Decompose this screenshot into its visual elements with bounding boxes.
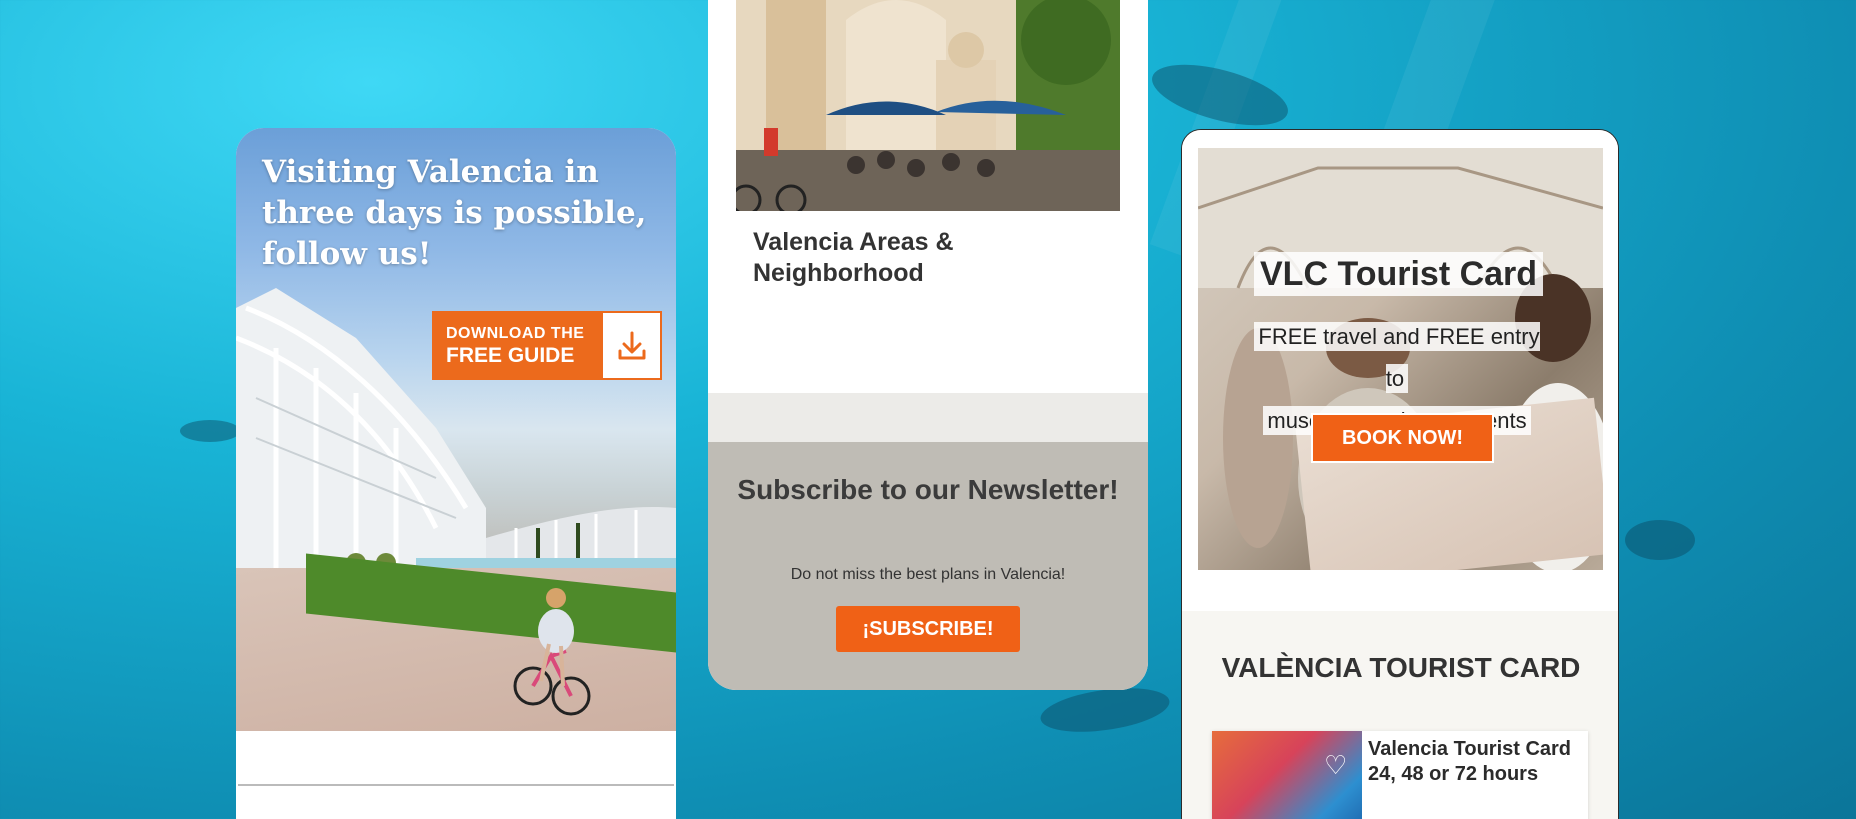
section-title: VALÈNCIA TOURIST CARD — [1221, 652, 1581, 683]
newsletter-title: Subscribe to our Newsletter! — [737, 474, 1119, 505]
heart-icon[interactable]: ♡ — [1324, 751, 1347, 781]
fish-silhouette — [1625, 520, 1695, 560]
plaza-illustration — [736, 0, 1120, 211]
guide-card: Visiting Valencia in three days is possi… — [236, 128, 676, 819]
newsletter-subtitle: Do not miss the best plans in Valencia! — [790, 566, 1066, 583]
product-thumbnail: ♡ — [1212, 731, 1362, 819]
subscribe-button[interactable]: ¡SUBSCRIBE! — [836, 606, 1020, 652]
promo-title: VLC Tourist Card — [1254, 252, 1544, 296]
tourist-card-promo-banner[interactable]: VLC Tourist Card FREE travel and FREE en… — [1198, 148, 1603, 570]
download-button-line1: DOWNLOAD THE — [446, 325, 585, 342]
areas-neighborhood-link[interactable]: Valencia Areas & Neighborhood — [753, 227, 1093, 289]
book-now-button[interactable]: BOOK NOW! — [1311, 413, 1494, 463]
download-guide-button[interactable]: DOWNLOAD THE FREE GUIDE — [432, 311, 662, 380]
child-on-bike-illustration — [513, 588, 591, 716]
newsletter-section: Subscribe to our Newsletter! Do not miss… — [708, 442, 1148, 690]
divider — [238, 784, 674, 786]
guide-headline: Visiting Valencia in three days is possi… — [262, 154, 647, 272]
product-title[interactable]: Valencia Tourist Card 24, 48 or 72 hours — [1362, 731, 1582, 819]
plaza-photo[interactable] — [736, 0, 1120, 211]
download-button-line2: FREE GUIDE — [446, 344, 575, 367]
separator-band — [708, 393, 1148, 442]
download-icon — [603, 313, 660, 378]
promo-subtitle-line1: FREE travel and FREE entry to — [1254, 322, 1540, 393]
fish-silhouette — [180, 420, 240, 442]
valencia-guide-banner[interactable]: Visiting Valencia in three days is possi… — [236, 128, 676, 731]
product-card[interactable]: ♡ Valencia Tourist Card 24, 48 or 72 hou… — [1212, 731, 1588, 819]
areas-newsletter-card: Valencia Areas & Neighborhood Subscribe … — [708, 0, 1148, 690]
tourist-card-panel: VLC Tourist Card FREE travel and FREE en… — [1181, 129, 1619, 819]
